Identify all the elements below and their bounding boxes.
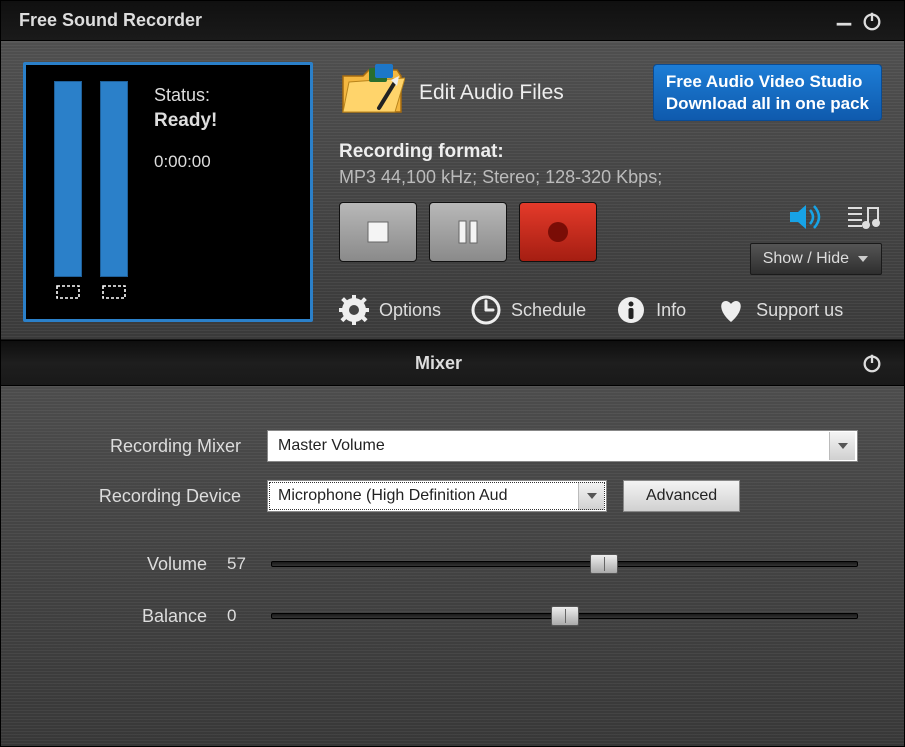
support-link[interactable]: Support us xyxy=(716,295,843,325)
gear-icon xyxy=(339,295,369,325)
volume-slider[interactable] xyxy=(271,552,858,576)
mixer-header: Mixer xyxy=(1,340,904,386)
edit-audio-label[interactable]: Edit Audio Files xyxy=(419,81,639,105)
info-link[interactable]: Info xyxy=(616,295,686,325)
recording-mixer-value: Master Volume xyxy=(278,437,829,455)
mixer-title: Mixer xyxy=(19,353,858,374)
level-bar-right xyxy=(100,81,128,277)
recording-device-label: Recording Device xyxy=(47,486,267,507)
balance-label: Balance xyxy=(47,606,227,627)
recording-format-label: Recording format: xyxy=(339,141,882,163)
show-hide-label: Show / Hide xyxy=(763,250,849,268)
mixer-power-button[interactable] xyxy=(858,349,886,377)
minimize-button[interactable] xyxy=(830,7,858,35)
balance-slider[interactable] xyxy=(271,604,858,628)
stop-button[interactable] xyxy=(339,202,417,262)
schedule-link[interactable]: Schedule xyxy=(471,295,586,325)
recording-mixer-select[interactable]: Master Volume xyxy=(267,430,858,462)
pause-button[interactable] xyxy=(429,202,507,262)
app-window: Free Sound Recorder xyxy=(0,0,905,747)
music-list-icon[interactable] xyxy=(846,202,882,237)
volume-value: 57 xyxy=(227,554,271,574)
chevron-down-icon xyxy=(857,253,869,265)
show-hide-dropdown[interactable]: Show / Hide xyxy=(750,243,882,275)
chevron-down-icon xyxy=(829,432,855,460)
app-title: Free Sound Recorder xyxy=(19,10,202,31)
record-button[interactable] xyxy=(519,202,597,262)
power-button[interactable] xyxy=(858,7,886,35)
edit-audio-folder-icon[interactable] xyxy=(339,62,405,123)
chevron-down-icon xyxy=(578,482,604,510)
recording-mixer-label: Recording Mixer xyxy=(47,436,267,457)
mixer-panel: Recording Mixer Master Volume Recording … xyxy=(1,386,904,746)
info-icon xyxy=(616,295,646,325)
crop-marks-icon xyxy=(102,285,126,299)
level-meter-panel: Status: Ready! 0:00:00 xyxy=(23,62,313,322)
options-link[interactable]: Options xyxy=(339,295,441,325)
heart-icon xyxy=(716,295,746,325)
crop-marks-icon xyxy=(56,285,80,299)
speaker-icon[interactable] xyxy=(788,202,824,237)
elapsed-time: 0:00:00 xyxy=(154,152,217,172)
advanced-button[interactable]: Advanced xyxy=(623,480,740,512)
balance-value: 0 xyxy=(227,606,271,626)
recording-device-select[interactable]: Microphone (High Definition Aud xyxy=(267,480,607,512)
volume-label: Volume xyxy=(47,554,227,575)
upper-panel: Status: Ready! 0:00:00 xyxy=(1,41,904,340)
titlebar: Free Sound Recorder xyxy=(1,1,904,41)
promo-banner[interactable]: Free Audio Video Studio Download all in … xyxy=(653,64,882,121)
recording-format-value: MP3 44,100 kHz; Stereo; 128-320 Kbps; xyxy=(339,167,882,188)
recording-device-value: Microphone (High Definition Aud xyxy=(278,487,578,505)
status-label: Status: xyxy=(154,85,217,106)
status-value: Ready! xyxy=(154,110,217,132)
level-bar-left xyxy=(54,81,82,277)
clock-icon xyxy=(471,295,501,325)
